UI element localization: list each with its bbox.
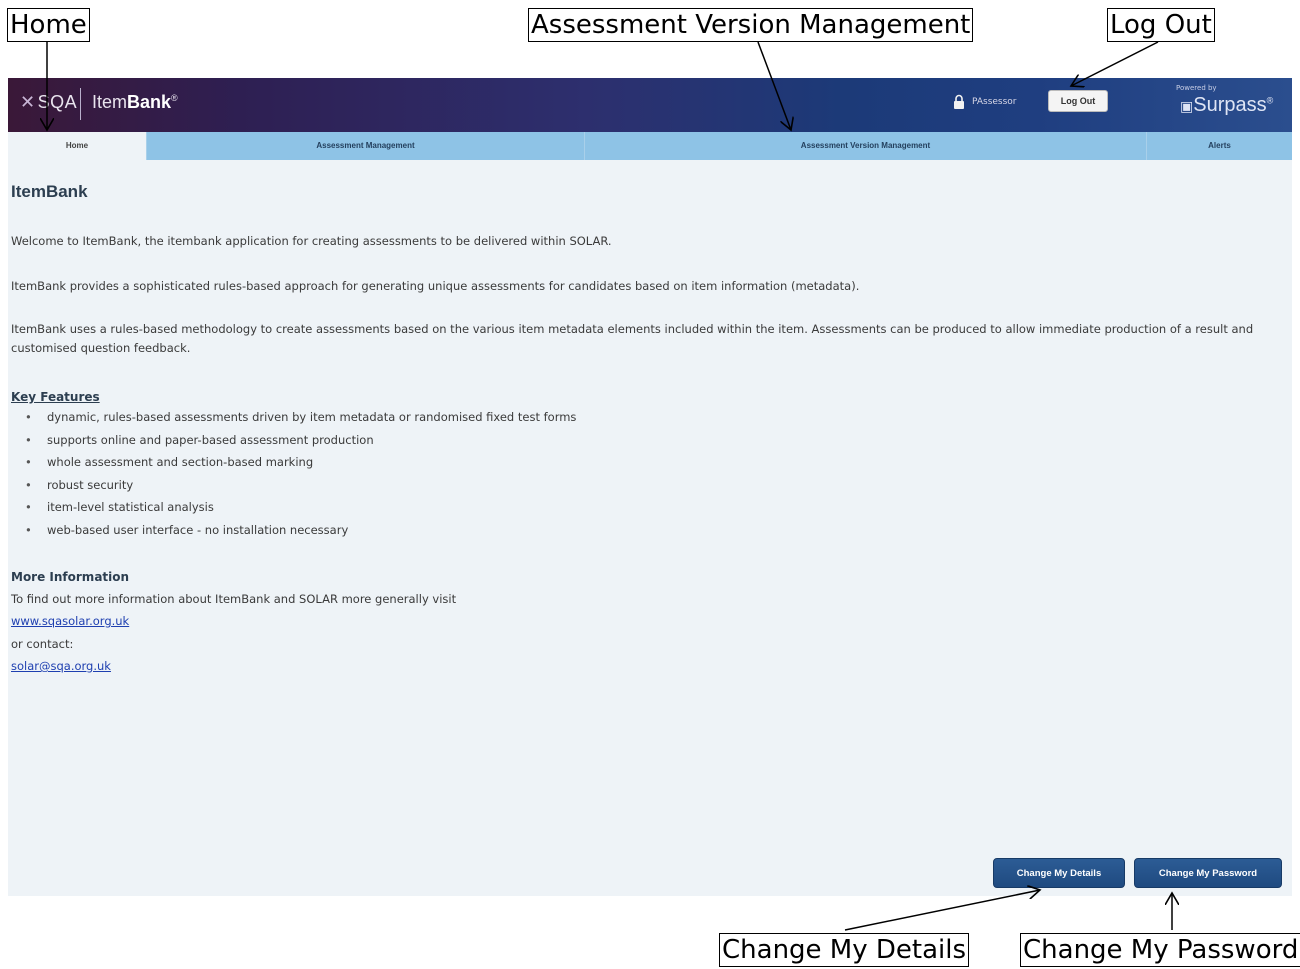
- email-link[interactable]: solar@sqa.org.uk: [11, 659, 111, 673]
- itembank-logo-bold: Bank: [127, 92, 172, 112]
- log-out-button[interactable]: Log Out: [1048, 90, 1108, 112]
- website-link[interactable]: www.sqasolar.org.uk: [11, 614, 129, 628]
- change-my-password-button[interactable]: Change My Password: [1134, 858, 1282, 888]
- feature-text: robust security: [47, 477, 134, 492]
- callout-change-my-details: Change My Details: [719, 933, 970, 967]
- list-item: • whole assessment and section-based mark…: [25, 451, 576, 474]
- tab-assessment-version-management[interactable]: Assessment Version Management: [584, 132, 1146, 160]
- arrow-change-my-details: [844, 890, 1040, 931]
- application-window: ✕ SQA ItemBank® PAssessor Log Out Powered…: [8, 78, 1292, 896]
- change-my-details-button[interactable]: Change My Details: [993, 858, 1125, 888]
- list-item: • supports online and paper-based assessm…: [25, 429, 576, 452]
- more-information-heading: More Information: [11, 570, 130, 584]
- username: PAssessor: [972, 97, 1017, 107]
- list-item: • web-based user interface - no installat…: [25, 519, 576, 542]
- feature-text: supports online and paper-based assessme…: [47, 432, 374, 447]
- header-bar: ✕ SQA ItemBank® PAssessor Log Out Powered…: [8, 78, 1292, 132]
- bullet-icon: •: [25, 500, 32, 514]
- itembank-logo: ItemBank®: [92, 92, 178, 113]
- feature-text: item-level statistical analysis: [47, 500, 214, 514]
- key-features-heading: Key Features: [11, 390, 100, 404]
- tab-assessment-management[interactable]: Assessment Management: [146, 132, 584, 160]
- surpass-icon: ▣: [1180, 98, 1194, 114]
- feature-text: whole assessment and section-based marki…: [47, 455, 314, 469]
- powered-by-text: Powered by: [1176, 84, 1217, 92]
- bullet-icon: •: [25, 432, 32, 447]
- callout-change-my-password: Change My Password: [1020, 933, 1300, 967]
- sqa-logo-text: SQA: [37, 92, 78, 112]
- main-navigation: Home Assessment Management Assessment Ve…: [8, 132, 1292, 160]
- feature-text: web-based user interface - no installati…: [47, 522, 349, 537]
- intro-paragraph: Welcome to ItemBank, the itembank applic…: [11, 234, 612, 248]
- lock-icon: [954, 94, 964, 109]
- surpass-wordmark: ▣Surpass®: [1180, 94, 1273, 117]
- list-item: • item-level statistical analysis: [25, 496, 576, 519]
- surpass-wordmark-text: Surpass: [1193, 94, 1267, 116]
- callout-home: Home: [7, 8, 90, 42]
- feature-text: dynamic, rules-based assessments driven …: [47, 410, 577, 424]
- bullet-icon: •: [25, 410, 32, 424]
- tab-home[interactable]: Home: [8, 132, 146, 160]
- bullet-icon: •: [25, 522, 32, 537]
- bullet-icon: •: [25, 477, 32, 492]
- more-information-text: To find out more information about ItemB…: [11, 592, 457, 606]
- list-item: • robust security: [25, 474, 576, 497]
- sqa-cross-icon: ✕: [20, 92, 36, 112]
- or-contact-text: or contact:: [11, 637, 74, 651]
- callout-assessment-version-management: Assessment Version Management: [528, 8, 974, 42]
- surpass-registered-mark: ®: [1266, 95, 1274, 106]
- page-title: ItemBank: [11, 182, 88, 201]
- itembank-registered-mark: ®: [171, 93, 178, 103]
- list-item: • dynamic, rules-based assessments driven…: [25, 406, 576, 429]
- itembank-logo-prefix: Item: [92, 92, 128, 112]
- callout-log-out: Log Out: [1107, 8, 1215, 42]
- bullet-icon: •: [25, 455, 32, 469]
- description-paragraph: ItemBank provides a sophisticated rules-…: [11, 279, 860, 293]
- methodology-paragraph: ItemBank uses a rules-based methodology …: [11, 322, 1254, 355]
- sqa-logo: ✕ SQA: [20, 92, 77, 113]
- tab-alerts[interactable]: Alerts: [1146, 132, 1292, 160]
- logo-divider: [80, 88, 81, 120]
- key-features-list: • dynamic, rules-based assessments driven…: [25, 406, 576, 541]
